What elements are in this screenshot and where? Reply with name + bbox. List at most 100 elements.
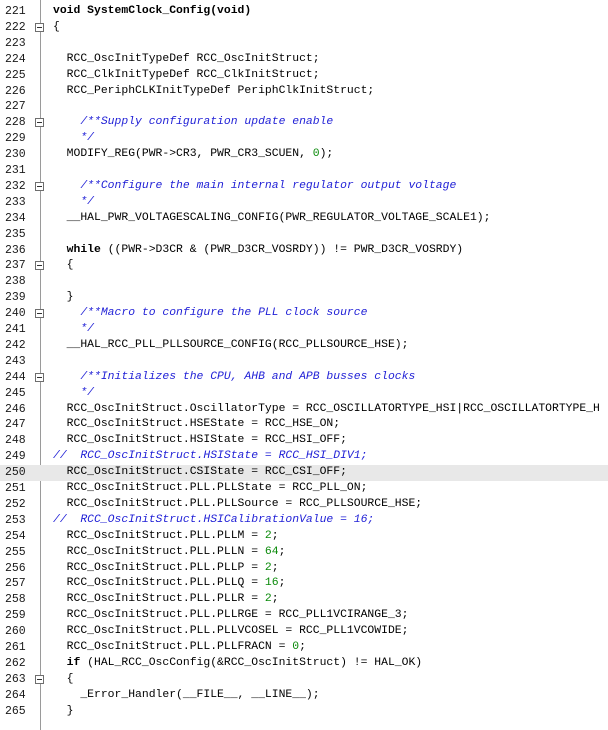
code-line[interactable]: 239 } xyxy=(0,290,608,306)
code-line[interactable]: 253 // RCC_OscInitStruct.HSICalibrationVa… xyxy=(0,513,608,529)
code-line[interactable]: 228 /**Supply configuration update enabl… xyxy=(0,115,608,131)
collapse-box-icon[interactable] xyxy=(35,309,44,319)
code-line[interactable]: 246 RCC_OscInitStruct.OscillatorType = R… xyxy=(0,402,608,418)
code-line[interactable]: 251 RCC_OscInitStruct.PLL.PLLState = RCC… xyxy=(0,481,608,497)
code-line[interactable]: 264 _Error_Handler(__FILE__, __LINE__); xyxy=(0,688,608,704)
collapse-box-icon[interactable] xyxy=(35,261,44,271)
code-line[interactable]: 236 while ((PWR->D3CR & (PWR_D3CR_VOSRDY… xyxy=(0,243,608,259)
collapse-box-icon[interactable] xyxy=(35,22,44,32)
line-number: 239 xyxy=(5,291,26,305)
code-line[interactable]: 237 { xyxy=(0,258,608,274)
code-line[interactable]: 242 __HAL_RCC_PLL_PLLSOURCE_CONFIG(RCC_P… xyxy=(0,338,608,354)
code-text: /**Supply configuration update enable xyxy=(53,115,333,131)
code-line[interactable]: 244 /**Initializes the CPU, AHB and APB … xyxy=(0,370,608,386)
line-number: 226 xyxy=(5,84,26,98)
code-line[interactable]: 238 xyxy=(0,274,608,290)
code-line[interactable]: 245 */ xyxy=(0,386,608,402)
code-line[interactable]: 257 RCC_OscInitStruct.PLL.PLLQ = 16; xyxy=(0,576,608,592)
line-number: 235 xyxy=(5,227,26,241)
line-number: 224 xyxy=(5,52,26,66)
code-text: { xyxy=(53,258,74,274)
code-text: // RCC_OscInitStruct.HSICalibrationValue… xyxy=(53,513,374,529)
code-token: RCC_OscInitStruct.PLL.PLLSource = RCC_PL… xyxy=(53,497,423,510)
code-text: */ xyxy=(53,195,94,211)
code-token: RCC_OscInitTypeDef RCC_OscInitStruct; xyxy=(53,52,320,65)
code-line[interactable]: 241 */ xyxy=(0,322,608,338)
code-line[interactable]: 231 xyxy=(0,163,608,179)
code-line[interactable]: 221 void SystemClock_Config(void) xyxy=(0,4,608,20)
code-line[interactable]: 265 } xyxy=(0,704,608,720)
code-text: /**Macro to configure the PLL clock sour… xyxy=(53,306,367,322)
code-line[interactable]: 233 */ xyxy=(0,195,608,211)
code-line[interactable]: 229 */ xyxy=(0,131,608,147)
code-text: RCC_OscInitStruct.PLL.PLLRGE = RCC_PLL1V… xyxy=(53,608,409,624)
code-line[interactable]: 223 xyxy=(0,36,608,52)
code-line[interactable]: 262 if (HAL_RCC_OscConfig(&RCC_OscInitSt… xyxy=(0,656,608,672)
code-line[interactable]: 224 RCC_OscInitTypeDef RCC_OscInitStruct… xyxy=(0,52,608,68)
code-token: } xyxy=(53,704,74,717)
line-number: 241 xyxy=(5,323,26,336)
code-token: ((PWR->D3CR & (PWR_D3CR_VOSRDY)) != PWR_… xyxy=(100,243,464,256)
line-number: 227 xyxy=(5,100,26,114)
code-line[interactable]: 248 RCC_OscInitStruct.HSIState = RCC_HSI… xyxy=(0,433,608,449)
code-comment: */ xyxy=(53,386,95,399)
code-line[interactable]: 261 RCC_OscInitStruct.PLL.PLLFRACN = 0; xyxy=(0,640,608,656)
code-line[interactable]: 222 { xyxy=(0,20,608,36)
code-number: 64 xyxy=(264,545,279,558)
code-text: } xyxy=(53,290,74,306)
code-token: RCC_OscInitStruct.HSIState = RCC_HSI_OFF… xyxy=(53,434,347,447)
code-text: if (HAL_RCC_OscConfig(&RCC_OscInitStruct… xyxy=(53,656,422,672)
code-token: RCC_OscInitStruct.PLL.PLLRGE = RCC_PLL1V… xyxy=(53,609,409,622)
collapse-box-icon[interactable] xyxy=(35,674,44,684)
line-number: 244 xyxy=(5,370,26,384)
code-token: } xyxy=(53,291,74,304)
code-line[interactable]: 234 __HAL_PWR_VOLTAGESCALING_CONFIG(PWR_… xyxy=(0,211,608,227)
code-line[interactable]: 240 /**Macro to configure the PLL clock … xyxy=(0,306,608,322)
code-text: RCC_OscInitStruct.PLL.PLLP = 2; xyxy=(53,561,279,577)
line-number: 234 xyxy=(5,211,26,225)
code-line[interactable]: 256 RCC_OscInitStruct.PLL.PLLP = 2; xyxy=(0,561,608,577)
code-line[interactable]: 227 xyxy=(0,99,608,115)
code-line[interactable]: 263 { xyxy=(0,672,608,688)
code-comment: */ xyxy=(53,323,95,335)
collapse-box-icon[interactable] xyxy=(35,181,44,191)
code-token: ; xyxy=(271,593,279,606)
code-line[interactable]: 252 RCC_OscInitStruct.PLL.PLLSource = RC… xyxy=(0,497,608,513)
code-line[interactable]: 254 RCC_OscInitStruct.PLL.PLLM = 2; xyxy=(0,529,608,545)
code-line[interactable]: 259 RCC_OscInitStruct.PLL.PLLRGE = RCC_P… xyxy=(0,608,608,624)
line-number: 223 xyxy=(5,36,26,50)
code-line[interactable]: 226 RCC_PeriphCLKInitTypeDef PeriphClkIn… xyxy=(0,84,608,100)
line-number: 252 xyxy=(5,497,26,511)
line-number: 255 xyxy=(5,545,26,559)
code-line[interactable]: 247 RCC_OscInitStruct.HSEState = RCC_HSE… xyxy=(0,417,608,433)
code-line[interactable]: 255 RCC_OscInitStruct.PLL.PLLN = 64; xyxy=(0,545,608,561)
code-line[interactable]: 225 RCC_ClkInitTypeDef RCC_ClkInitStruct… xyxy=(0,68,608,84)
code-text: __HAL_PWR_VOLTAGESCALING_CONFIG(PWR_REGU… xyxy=(53,211,491,227)
line-number: 238 xyxy=(5,275,26,289)
collapse-box-icon[interactable] xyxy=(35,372,44,382)
collapse-box-icon[interactable] xyxy=(35,118,44,128)
code-comment: // RCC_OscInitStruct.HSIState = RCC_HSI_… xyxy=(53,450,368,463)
line-number: 264 xyxy=(5,688,26,702)
code-text: void SystemClock_Config(void) xyxy=(53,4,251,20)
code-token: __HAL_RCC_PLL_PLLSOURCE_CONFIG(RCC_PLLSO… xyxy=(53,338,409,351)
code-editor[interactable]: 221 void SystemClock_Config(void) 222{223 2… xyxy=(0,0,608,730)
code-line[interactable]: 258 RCC_OscInitStruct.PLL.PLLR = 2; xyxy=(0,592,608,608)
code-token: { xyxy=(53,672,74,685)
code-text: RCC_OscInitStruct.PLL.PLLQ = 16; xyxy=(53,576,286,592)
code-line[interactable]: 232 /**Configure the main internal regul… xyxy=(0,179,608,195)
code-token: ); xyxy=(319,148,334,161)
code-keyword: void SystemClock_Config(void) xyxy=(53,5,252,17)
code-token: RCC_OscInitStruct.PLL.PLLState = RCC_PLL… xyxy=(53,482,368,494)
code-line[interactable]: 260 RCC_OscInitStruct.PLL.PLLVCOSEL = RC… xyxy=(0,624,608,640)
code-comment: /**Macro to configure the PLL clock sour… xyxy=(53,307,368,320)
code-line[interactable]: 250 RCC_OscInitStruct.CSIState = RCC_CSI… xyxy=(0,465,608,481)
code-line[interactable]: 230 MODIFY_REG(PWR->CR3, PWR_CR3_SCUEN, … xyxy=(0,147,608,163)
code-line[interactable]: 235 xyxy=(0,227,608,243)
code-line[interactable]: 243 xyxy=(0,354,608,370)
code-text: RCC_OscInitStruct.OscillatorType = RCC_O… xyxy=(53,402,600,418)
code-line[interactable]: 249 // RCC_OscInitStruct.HSIState = RCC_H… xyxy=(0,449,608,465)
code-token: RCC_OscInitStruct.PLL.PLLN = xyxy=(53,545,265,558)
